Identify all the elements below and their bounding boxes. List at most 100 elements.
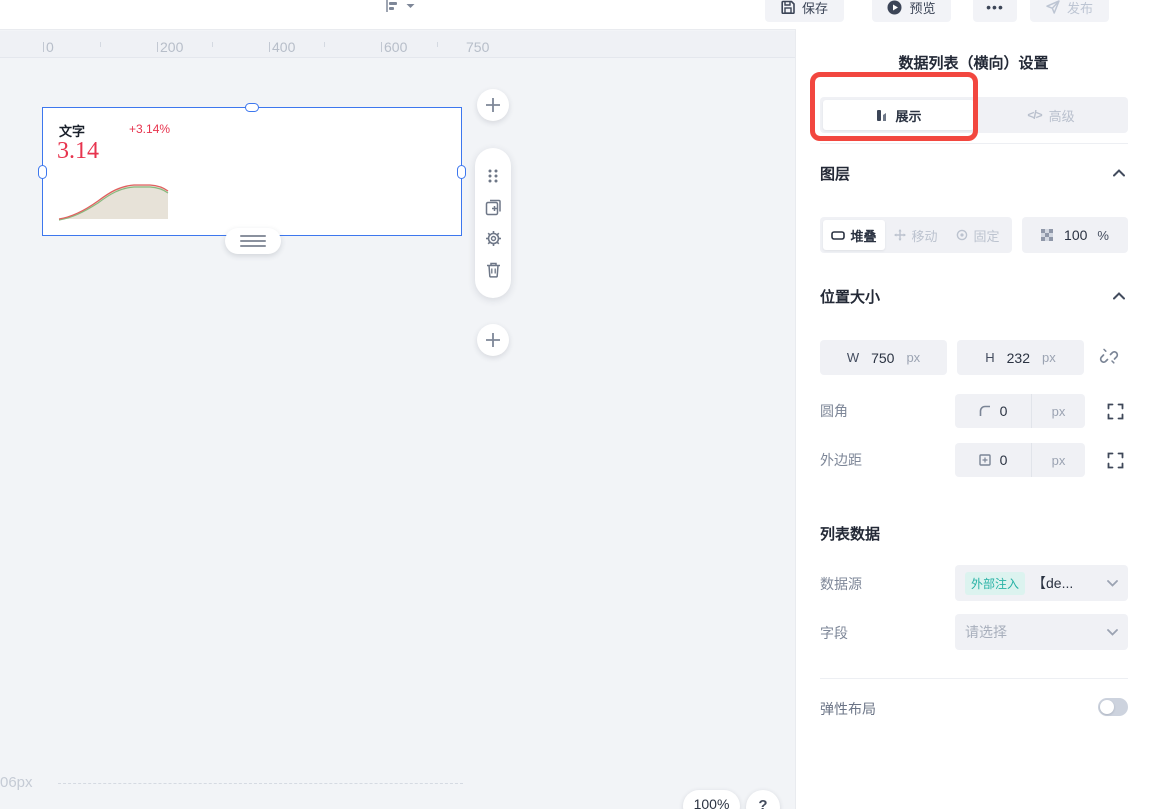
- rectangle-icon: [831, 230, 846, 240]
- save-button[interactable]: 保存: [765, 0, 844, 22]
- section-size-title: 位置大小: [820, 289, 881, 306]
- design-canvas[interactable]: 0 200 400 600 750 文字 +3.14% 3.14 06px 10…: [0, 30, 796, 809]
- ruler-tick-label: 750: [466, 39, 490, 55]
- height-input[interactable]: H 232 px: [957, 340, 1084, 375]
- plus-icon: [486, 333, 500, 347]
- segment-stack[interactable]: 堆叠: [823, 220, 885, 250]
- corner-radius-icon: [979, 405, 991, 417]
- selected-widget-data-list[interactable]: 文字 +3.14% 3.14: [38, 103, 466, 240]
- paper-plane-icon: [1046, 0, 1060, 14]
- move-arrows-icon: [894, 229, 907, 241]
- collapse-size-chevron-up-icon[interactable]: [1113, 292, 1125, 300]
- widget-drag-handle[interactable]: [225, 228, 281, 254]
- ruler-tick-minor: [100, 42, 101, 47]
- ruler-tick: [269, 42, 270, 52]
- radius-input[interactable]: 0 px: [955, 394, 1085, 428]
- margin-value: 0: [999, 452, 1008, 468]
- drag-dots-handle[interactable]: [482, 165, 504, 187]
- field-label: 字段: [820, 625, 848, 641]
- ruler-tick-minor: [437, 42, 438, 47]
- target-icon: [956, 229, 968, 241]
- flex-layout-toggle[interactable]: [1098, 698, 1128, 716]
- ruler-tick-minor: [212, 42, 213, 47]
- external-inject-badge: 外部注入: [965, 571, 1026, 595]
- duplicate-button[interactable]: [482, 196, 504, 218]
- canvas-guide-label: 06px: [0, 774, 33, 791]
- ruler-tick-label: 400: [272, 39, 296, 55]
- width-value: 750: [871, 349, 895, 366]
- margin-unit: px: [1051, 452, 1066, 468]
- save-icon: [781, 0, 795, 14]
- height-unit: px: [1042, 350, 1056, 365]
- play-icon: [887, 0, 902, 15]
- radius-label: 圆角: [820, 403, 848, 419]
- add-widget-above-button[interactable]: [477, 89, 509, 121]
- margin-expand-button[interactable]: [1105, 450, 1125, 470]
- height-value: 232: [1006, 349, 1030, 366]
- settings-gear-button[interactable]: [482, 228, 504, 250]
- canvas-guide-line: [58, 783, 463, 784]
- publish-button[interactable]: 发布: [1030, 0, 1109, 22]
- resize-handle-top[interactable]: [245, 103, 259, 112]
- toolbar-divider: [0, 29, 796, 30]
- chevron-down-icon: [1107, 628, 1118, 636]
- collapse-layer-chevron-up-icon[interactable]: [1113, 169, 1125, 177]
- more-button[interactable]: •••: [973, 0, 1017, 22]
- publish-button-label: 发布: [1066, 0, 1093, 16]
- tab-display[interactable]: 展示: [823, 100, 974, 130]
- ruler-tick: [157, 42, 158, 52]
- height-label: H: [985, 350, 995, 365]
- zoom-level-badge[interactable]: 100%: [683, 790, 740, 809]
- flex-layout-label: 弹性布局: [820, 701, 876, 717]
- app: 保存 预览 ••• 发布 0 200 400 600 750 文字 +3.14%…: [0, 0, 1151, 809]
- width-input[interactable]: W 750 px: [820, 340, 947, 375]
- delete-trash-button[interactable]: [482, 259, 504, 281]
- opacity-unit: %: [1097, 227, 1109, 243]
- add-widget-below-button[interactable]: [477, 324, 509, 356]
- section-layer-title: 图层: [820, 166, 851, 183]
- preview-button-label: 预览: [909, 0, 936, 16]
- segment-stack-label: 堆叠: [850, 228, 877, 244]
- widget-action-toolbar: [475, 148, 511, 298]
- settings-panel: 数据列表（横向）设置 展示 </> 高级 图层 堆叠 移动 固定 100 % 位…: [796, 0, 1151, 809]
- field-select[interactable]: 请选择: [955, 614, 1128, 650]
- ruler-tick-minor: [324, 42, 325, 47]
- panel-divider: [820, 678, 1128, 679]
- panel-divider: [820, 143, 1128, 144]
- code-icon: </>: [1027, 108, 1042, 122]
- ruler-tick: [43, 42, 44, 52]
- radius-unit: px: [1051, 403, 1066, 419]
- radius-expand-button[interactable]: [1105, 401, 1125, 421]
- ruler-tick-label: 200: [160, 39, 184, 55]
- align-tool-button[interactable]: [384, 0, 415, 14]
- help-button[interactable]: ?: [746, 790, 780, 809]
- plus-icon: [486, 98, 500, 112]
- ruler-tick-label: 0: [46, 39, 54, 55]
- toggle-knob: [1100, 700, 1114, 714]
- settings-tabbar: 展示 </> 高级: [820, 97, 1128, 133]
- segment-fixed[interactable]: 固定: [947, 220, 1009, 250]
- resize-handle-left[interactable]: [38, 164, 47, 179]
- tab-advanced[interactable]: </> 高级: [974, 97, 1128, 133]
- align-icon: [384, 0, 400, 14]
- unlink-icon: [1099, 348, 1119, 364]
- datasource-select[interactable]: 外部注入 【de...: [955, 565, 1128, 601]
- opacity-input[interactable]: 100 %: [1022, 217, 1128, 253]
- margin-icon: [978, 454, 991, 466]
- unlink-ratio-button[interactable]: [1098, 346, 1120, 368]
- radius-value: 0: [999, 403, 1008, 419]
- top-toolbar: 保存 预览 ••• 发布: [0, 0, 1151, 30]
- datasource-label: 数据源: [820, 576, 862, 592]
- chevron-down-icon: [1107, 579, 1118, 587]
- layer-mode-segmented-control: 堆叠 移动 固定: [820, 217, 1012, 253]
- ruler-tick-label: 600: [384, 39, 408, 55]
- more-icon: •••: [986, 0, 1004, 15]
- segment-move[interactable]: 移动: [885, 220, 947, 250]
- expand-corners-icon: [1107, 403, 1123, 419]
- ruler-tick: [381, 42, 382, 52]
- width-label: W: [846, 350, 860, 365]
- margin-input[interactable]: 0 px: [955, 443, 1085, 477]
- save-button-label: 保存: [801, 0, 828, 16]
- preview-button[interactable]: 预览: [872, 0, 951, 22]
- resize-handle-right[interactable]: [457, 164, 466, 179]
